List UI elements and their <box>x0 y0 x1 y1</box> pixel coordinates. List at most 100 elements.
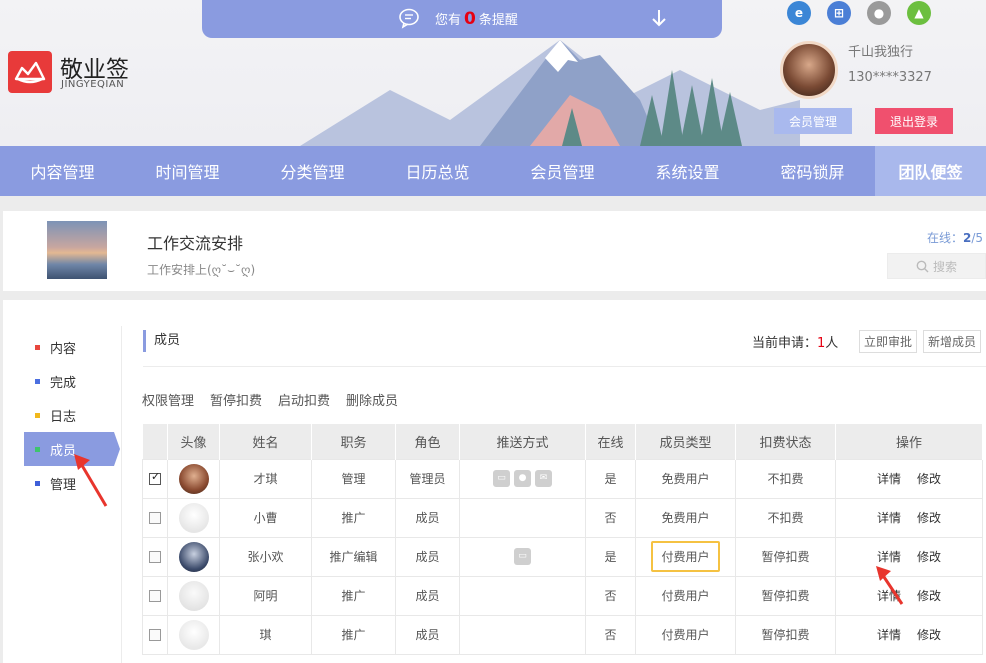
ie-icon[interactable]: e <box>787 1 811 25</box>
nav-calendar[interactable]: 日历总览 <box>375 146 500 196</box>
col-header: 头像 <box>167 424 220 459</box>
browser-icons: e ⊞ ● ▲ <box>787 1 931 25</box>
search-input[interactable]: 搜索 <box>887 253 986 279</box>
user-phone: 130****3327 <box>848 70 932 85</box>
nav-time[interactable]: 时间管理 <box>125 146 250 196</box>
member-management-button[interactable]: 会员管理 <box>774 108 852 134</box>
member-title: 管理 <box>311 458 396 499</box>
detail-link[interactable]: 详情 <box>877 628 901 642</box>
member-name: 才琪 <box>219 458 312 499</box>
notification-bar[interactable]: 您有 0 条提醒 <box>202 0 722 38</box>
logout-button[interactable]: 退出登录 <box>875 108 953 134</box>
member-name: 阿明 <box>219 575 312 616</box>
nav-lock[interactable]: 密码锁屏 <box>750 146 875 196</box>
member-role: 成员 <box>395 536 460 577</box>
nav-member[interactable]: 会员管理 <box>500 146 625 196</box>
table-row: 张小欢 推广编辑 成员 ▭ 是 付费用户 暂停扣费 详情 修改 <box>142 536 983 577</box>
col-header: 推送方式 <box>459 424 586 459</box>
sidebar-item-content[interactable]: 内容 <box>24 330 124 364</box>
arrow-down-icon[interactable] <box>650 8 668 28</box>
member-role: 管理员 <box>395 458 460 499</box>
nav-content[interactable]: 内容管理 <box>0 146 125 196</box>
message-icon: ▭ <box>493 470 510 487</box>
member-type: 付费用户 <box>635 575 736 616</box>
row-checkbox[interactable] <box>149 590 161 602</box>
col-header: 职务 <box>311 424 396 459</box>
table-header: 头像 姓名 职务 角色 推送方式 在线 成员类型 扣费状态 操作 <box>142 424 983 459</box>
header: 您有 0 条提醒 敬业签 JINGYEQIAN e ⊞ ● ▲ 千山我独行 130*… <box>0 0 986 146</box>
apple-icon[interactable]: ● <box>867 1 891 25</box>
nav-team-notes[interactable]: 团队便签 <box>875 146 986 196</box>
fee-status: 不扣费 <box>735 497 836 538</box>
nav-settings[interactable]: 系统设置 <box>625 146 750 196</box>
android-icon[interactable]: ▲ <box>907 1 931 25</box>
member-avatar <box>178 541 209 572</box>
edit-link[interactable]: 修改 <box>917 550 941 564</box>
annotation-arrow-icon <box>876 566 904 605</box>
col-header: 姓名 <box>219 424 312 459</box>
main-panel: 内容 完成 日志 成员 管理 成员 当前申请：1人 立即审批 新增成员 权限管理… <box>3 300 986 663</box>
detail-link[interactable]: 详情 <box>877 472 901 486</box>
pending-applications: 当前申请：1人 <box>752 336 839 351</box>
bullet-icon <box>35 378 40 384</box>
row-checkbox[interactable] <box>149 551 161 563</box>
edit-link[interactable]: 修改 <box>917 472 941 486</box>
edit-link[interactable]: 修改 <box>917 589 941 603</box>
member-name: 小曹 <box>219 497 312 538</box>
group-description: 工作安排上(ღ˘⌣˘ღ) <box>147 263 256 277</box>
highlighted-member-type: 付费用户 <box>651 541 720 572</box>
col-header: 操作 <box>835 424 983 459</box>
bullet-icon <box>35 412 40 418</box>
member-ops: 权限管理 暂停扣费 启动扣费 删除成员 <box>142 390 398 409</box>
sidebar-item-done[interactable]: 完成 <box>24 364 124 398</box>
nav-category[interactable]: 分类管理 <box>250 146 375 196</box>
member-avatar <box>178 580 209 611</box>
divider <box>121 326 122 663</box>
member-type: 免费用户 <box>635 458 736 499</box>
detail-link[interactable]: 详情 <box>877 511 901 525</box>
table-row: 琪 推广 成员 否 付费用户 暂停扣费 详情 修改 <box>142 614 983 655</box>
push-methods <box>459 497 586 538</box>
group-title: 工作交流安排 <box>147 234 244 253</box>
logo-icon <box>8 51 52 93</box>
edit-link[interactable]: 修改 <box>917 511 941 525</box>
chat-bubble-icon <box>399 8 419 29</box>
push-methods <box>459 575 586 616</box>
row-checkbox[interactable] <box>149 629 161 641</box>
member-online: 是 <box>585 536 636 577</box>
sidebar-item-log[interactable]: 日志 <box>24 398 124 432</box>
user-name: 千山我独行 <box>848 45 914 60</box>
bullet-icon <box>35 446 40 452</box>
mail-icon: ✉ <box>535 470 552 487</box>
section-title: 成员 <box>143 330 180 352</box>
add-member-button[interactable]: 新增成员 <box>923 330 981 353</box>
brand-english: JINGYEQIAN <box>61 79 125 90</box>
pause-billing-link[interactable]: 暂停扣费 <box>210 390 262 409</box>
member-online: 否 <box>585 614 636 655</box>
online-count: 在线：2/5 <box>927 231 984 245</box>
delete-member-link[interactable]: 删除成员 <box>346 390 398 409</box>
notice-text: 您有 0 条提醒 <box>435 9 518 29</box>
col-header: 在线 <box>585 424 636 459</box>
permission-management-link[interactable]: 权限管理 <box>142 390 194 409</box>
row-checkbox[interactable] <box>149 512 161 524</box>
message-icon: ▭ <box>514 548 531 565</box>
member-name: 张小欢 <box>219 536 312 577</box>
user-avatar[interactable] <box>780 41 838 99</box>
table-row: 阿明 推广 成员 否 付费用户 暂停扣费 详情 修改 <box>142 575 983 616</box>
edit-link[interactable]: 修改 <box>917 628 941 642</box>
col-header: 扣费状态 <box>735 424 836 459</box>
annotation-arrow-icon <box>74 454 108 507</box>
start-billing-link[interactable]: 启动扣费 <box>278 390 330 409</box>
fee-status: 不扣费 <box>735 458 836 499</box>
review-now-button[interactable]: 立即审批 <box>859 330 917 353</box>
bullet-icon <box>35 344 40 350</box>
member-avatar <box>178 502 209 533</box>
bullet-icon <box>35 480 40 486</box>
push-methods: ▭ ● ✉ <box>459 458 586 499</box>
wechat-icon: ● <box>514 470 531 487</box>
table-row: 才琪 管理 管理员 ▭●✉ 是 免费用户 不扣费 详情 修改 <box>142 458 983 499</box>
member-type: 免费用户 <box>635 497 736 538</box>
windows-icon[interactable]: ⊞ <box>827 1 851 25</box>
row-checkbox[interactable] <box>149 470 161 485</box>
